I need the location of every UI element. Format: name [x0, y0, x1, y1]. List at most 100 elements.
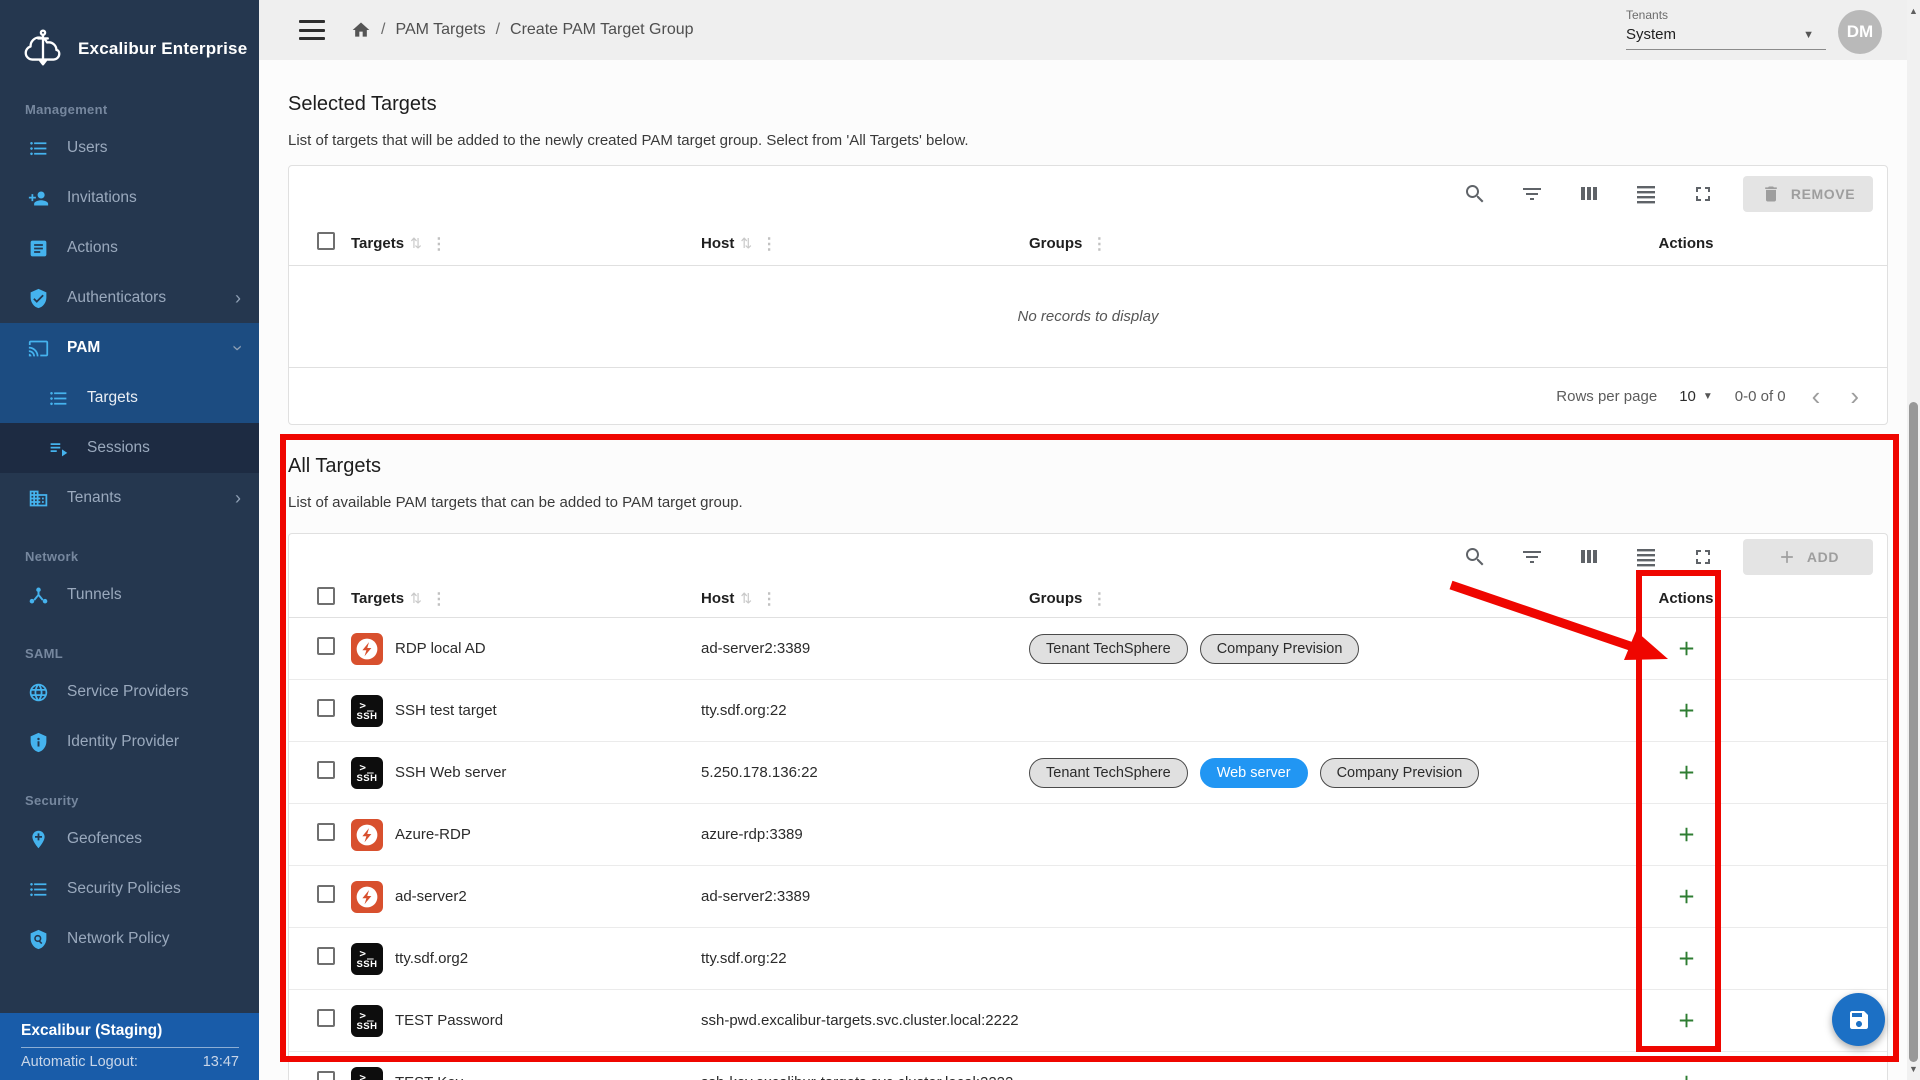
search-icon[interactable]: [1458, 177, 1492, 211]
previous-page-icon[interactable]: ‹: [1808, 383, 1825, 409]
sidebar-item-security-policies[interactable]: Security Policies: [0, 864, 259, 914]
sidebar-item-sessions[interactable]: Sessions: [0, 423, 259, 473]
sidebar-item-pam[interactable]: PAM›: [0, 323, 259, 373]
columns-icon[interactable]: [1572, 540, 1606, 574]
target-host: tty.sdf.org:22: [701, 702, 1029, 719]
all-targets-description: List of available PAM targets that can b…: [288, 494, 1907, 511]
rows-per-page-select[interactable]: 10 ▼: [1679, 388, 1713, 405]
save-button[interactable]: [1832, 993, 1885, 1046]
sidebar-item-label: Users: [67, 139, 107, 157]
fullscreen-icon[interactable]: [1686, 540, 1720, 574]
chevron-right-icon: ›: [235, 289, 241, 307]
density-icon[interactable]: [1629, 177, 1663, 211]
sort-icon[interactable]: ⇅: [410, 590, 422, 607]
select-all-checkbox[interactable]: [317, 587, 335, 605]
sidebar-item-tenants[interactable]: Tenants›: [0, 473, 259, 523]
sidebar-item-tunnels[interactable]: Tunnels: [0, 570, 259, 620]
sidebar-item-authenticators[interactable]: Authenticators›: [0, 273, 259, 323]
sidebar-item-identity-provider[interactable]: Identity Provider: [0, 717, 259, 767]
column-menu-icon[interactable]: ⋮: [758, 234, 780, 254]
add-target-button[interactable]: [1675, 947, 1698, 970]
add-selected-button[interactable]: ADD: [1743, 539, 1873, 575]
target-name: ad-server2: [395, 888, 467, 905]
target-name: tty.sdf.org2: [395, 950, 468, 967]
column-menu-icon[interactable]: ⋮: [1088, 234, 1110, 254]
rdp-target-icon: [351, 881, 383, 913]
target-name: TEST Password: [395, 1012, 503, 1029]
search-icon[interactable]: [1458, 540, 1492, 574]
sidebar-item-invitations[interactable]: Invitations: [0, 173, 259, 223]
ssh-target-icon: >_SSH: [351, 695, 383, 727]
trash-icon: [1761, 184, 1781, 204]
breadcrumb-separator: /: [496, 21, 500, 39]
column-menu-icon[interactable]: ⋮: [758, 589, 780, 609]
tenant-select[interactable]: Tenants System ▼: [1626, 8, 1826, 50]
target-name: SSH Web server: [395, 764, 506, 781]
row-checkbox[interactable]: [317, 1071, 335, 1080]
sidebar-item-service-providers[interactable]: Service Providers: [0, 667, 259, 717]
column-header-host: Host: [701, 590, 734, 607]
sidebar-item-actions[interactable]: Actions: [0, 223, 259, 273]
row-checkbox[interactable]: [317, 699, 335, 717]
list-icon: [28, 879, 49, 900]
sort-icon[interactable]: ⇅: [740, 590, 752, 607]
table-toolbar: REMOVE: [289, 166, 1887, 222]
sidebar-item-network-policy[interactable]: Network Policy: [0, 914, 259, 964]
scrollbar-thumb[interactable]: [1909, 402, 1918, 1062]
sidebar: Excalibur Enterprise ManagementUsersInvi…: [0, 0, 259, 1080]
sidebar-item-label: Network Policy: [67, 930, 170, 948]
add-target-button[interactable]: [1675, 885, 1698, 908]
row-checkbox[interactable]: [317, 1009, 335, 1027]
column-menu-icon[interactable]: ⋮: [428, 589, 450, 609]
list-icon: [28, 138, 49, 159]
add-target-button[interactable]: [1675, 761, 1698, 784]
all-targets-table: ADD Targets⇅⋮ Host⇅⋮ Groups⋮ Actions RDP…: [288, 533, 1888, 1080]
column-menu-icon[interactable]: ⋮: [428, 234, 450, 254]
pin-plus-icon: [28, 829, 49, 850]
sidebar-item-geofences[interactable]: Geofences: [0, 814, 259, 864]
add-target-button[interactable]: [1675, 699, 1698, 722]
sidebar-item-targets[interactable]: Targets: [0, 373, 259, 423]
home-icon[interactable]: [351, 20, 371, 40]
column-header-actions: Actions: [1658, 235, 1713, 252]
sort-icon[interactable]: ⇅: [410, 235, 422, 252]
add-target-button[interactable]: [1675, 823, 1698, 846]
filter-icon[interactable]: [1515, 177, 1549, 211]
chevron-down-icon: ▼: [1703, 391, 1713, 402]
sort-icon[interactable]: ⇅: [740, 235, 752, 252]
fullscreen-icon[interactable]: [1686, 177, 1720, 211]
ssh-target-icon: >_SSH: [351, 943, 383, 975]
row-checkbox[interactable]: [317, 637, 335, 655]
scroll-down-icon[interactable]: ▼: [1907, 1064, 1920, 1074]
sidebar-item-users[interactable]: Users: [0, 123, 259, 173]
row-checkbox[interactable]: [317, 885, 335, 903]
building-icon: [28, 488, 49, 509]
all-targets-title: All Targets: [288, 455, 1907, 478]
menu-toggle-icon[interactable]: [299, 20, 325, 40]
list-icon: [48, 388, 69, 409]
row-checkbox[interactable]: [317, 823, 335, 841]
add-target-button[interactable]: [1675, 1009, 1698, 1032]
add-target-button[interactable]: [1675, 1071, 1698, 1080]
row-checkbox[interactable]: [317, 761, 335, 779]
add-target-button[interactable]: [1675, 637, 1698, 660]
ssh-target-icon: >_SSH: [351, 757, 383, 789]
chevron-right-icon: ›: [235, 489, 241, 507]
avatar[interactable]: DM: [1838, 10, 1882, 54]
scroll-up-icon[interactable]: ▲: [1907, 6, 1920, 16]
pagination-bar: Rows per page 10 ▼ 0-0 of 0 ‹ ›: [289, 367, 1887, 424]
rows-per-page-label: Rows per page: [1556, 388, 1657, 405]
next-page-icon[interactable]: ›: [1846, 383, 1863, 409]
sidebar-item-label: Geofences: [67, 830, 142, 848]
column-menu-icon[interactable]: ⋮: [1088, 589, 1110, 609]
selected-targets-table: REMOVE Targets⇅⋮ Host⇅⋮ Groups⋮ Actions …: [288, 165, 1888, 425]
filter-icon[interactable]: [1515, 540, 1549, 574]
density-icon[interactable]: [1629, 540, 1663, 574]
select-all-checkbox[interactable]: [317, 232, 335, 250]
breadcrumb-pam-targets[interactable]: PAM Targets: [395, 21, 485, 39]
plus-icon: [1777, 547, 1797, 567]
row-checkbox[interactable]: [317, 947, 335, 965]
target-host: ssh-pwd.excalibur-targets.svc.cluster.lo…: [701, 1012, 1029, 1029]
columns-icon[interactable]: [1572, 177, 1606, 211]
remove-selected-button[interactable]: REMOVE: [1743, 176, 1873, 212]
